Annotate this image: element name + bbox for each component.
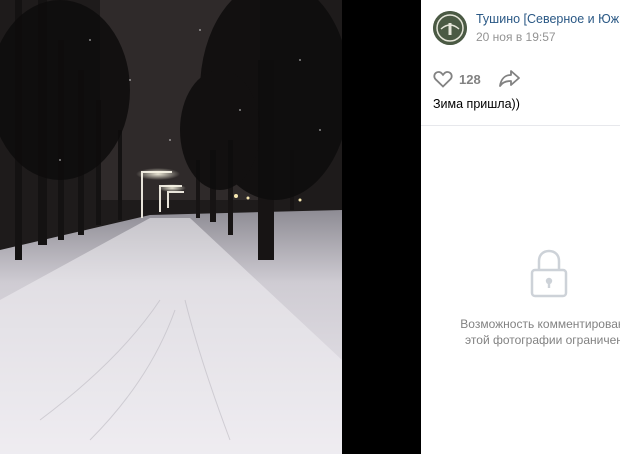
lock-icon [530, 249, 568, 298]
post-date[interactable]: 20 ноя в 19:57 [476, 30, 556, 44]
post-header: Тушино [Северное и Южное] 20 ноя в 19:57 [421, 0, 620, 58]
comments-restricted-notice: Возможность комментирования этой фотогра… [460, 317, 620, 347]
post-caption: Зима пришла)) [433, 97, 520, 111]
winter-alley-photo [0, 0, 342, 454]
group-logo-icon [433, 11, 467, 45]
share-button[interactable] [499, 68, 523, 90]
like-button[interactable]: 128 [433, 68, 493, 90]
group-avatar[interactable] [433, 11, 467, 45]
like-count: 128 [459, 71, 481, 87]
post-sidebar: Тушино [Северное и Южное] 20 ноя в 19:57… [421, 0, 620, 454]
heart-icon [433, 71, 453, 88]
post-actions: 128 [421, 58, 620, 98]
group-name-link[interactable]: Тушино [Северное и Южное] [476, 12, 620, 26]
photo-viewer[interactable] [0, 0, 342, 454]
share-arrow-icon [499, 70, 520, 87]
viewer-backdrop [342, 0, 421, 454]
divider [421, 125, 620, 126]
